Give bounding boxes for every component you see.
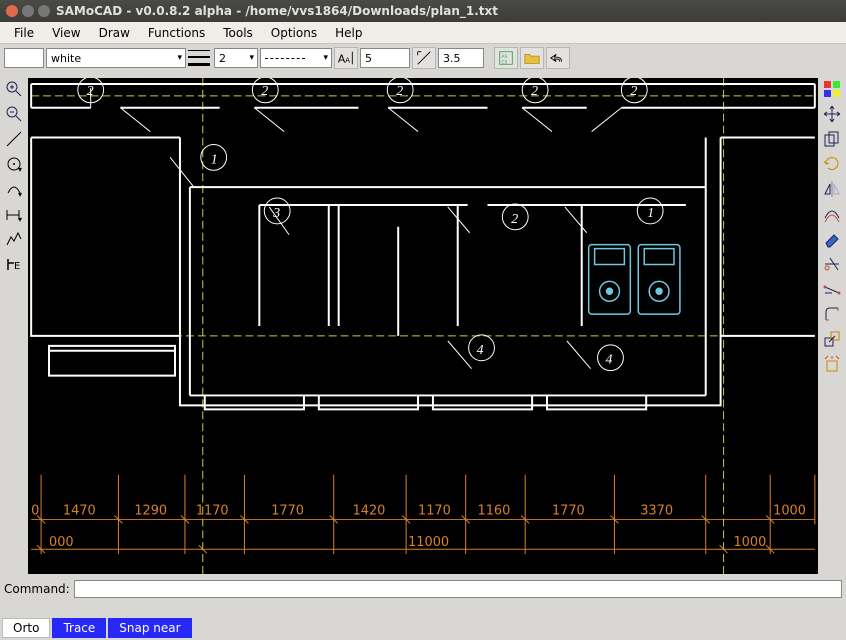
menu-options[interactable]: Options [263, 24, 325, 42]
lineweight-dropdown[interactable]: 2 [214, 48, 258, 68]
erase-tool[interactable] [820, 228, 844, 250]
text-tool[interactable]: E [2, 253, 26, 275]
close-window-button[interactable] [6, 5, 18, 17]
command-label: Command: [4, 582, 70, 596]
svg-text:2: 2 [261, 84, 268, 99]
menu-bar: File View Draw Functions Tools Options H… [0, 22, 846, 44]
right-toolbar [818, 72, 846, 574]
current-color-swatch[interactable] [4, 48, 44, 68]
svg-text:4: 4 [477, 343, 484, 358]
command-input[interactable] [74, 580, 842, 598]
left-toolbar: ▾ ▾ ▾ E [0, 72, 28, 574]
svg-text:CII: CII [502, 59, 508, 65]
svg-text:1420: 1420 [353, 503, 386, 518]
svg-text:1: 1 [211, 152, 218, 167]
arc-tool[interactable]: ▾ [2, 178, 26, 200]
main-area: ▾ ▾ ▾ E [0, 72, 846, 574]
scale-tool[interactable] [820, 328, 844, 350]
svg-text:E: E [14, 261, 20, 272]
open-button[interactable] [520, 47, 544, 69]
undo-button[interactable] [546, 47, 570, 69]
lineweight-value: 2 [219, 52, 226, 65]
circle-tool[interactable]: ▾ [2, 153, 26, 175]
canvas-container: 0 1470 1290 1170 1770 1420 1170 1160 177… [28, 72, 818, 574]
offset-tool[interactable] [820, 203, 844, 225]
dim-scale-icon[interactable] [412, 47, 436, 69]
svg-text:▾: ▾ [18, 215, 22, 224]
status-bar: Orto Trace Snap near [0, 616, 846, 640]
mirror-tool[interactable] [820, 178, 844, 200]
svg-text:1000: 1000 [733, 535, 766, 550]
copy-tool[interactable] [820, 128, 844, 150]
menu-view[interactable]: View [44, 24, 88, 42]
lineweight-sample [188, 48, 210, 68]
svg-text:1770: 1770 [271, 503, 304, 518]
menu-help[interactable]: Help [327, 24, 370, 42]
svg-text:11000: 11000 [408, 535, 449, 550]
svg-text:▾: ▾ [18, 190, 22, 199]
drawing-canvas[interactable]: 0 1470 1290 1170 1770 1420 1170 1160 177… [28, 78, 818, 574]
orto-toggle[interactable]: Orto [2, 618, 50, 638]
svg-text:AS: AS [502, 54, 508, 60]
move-tool[interactable] [820, 103, 844, 125]
properties-toolbar: white 2 AA ASCII [0, 44, 846, 72]
linetype-sample [265, 58, 305, 59]
svg-text:1290: 1290 [134, 503, 167, 518]
menu-tools[interactable]: Tools [215, 24, 261, 42]
color-dropdown[interactable]: white [46, 48, 186, 68]
svg-text:1170: 1170 [196, 503, 229, 518]
fillet-tool[interactable] [820, 303, 844, 325]
svg-text:2: 2 [396, 84, 403, 99]
trace-toggle[interactable]: Trace [52, 618, 106, 638]
save-button[interactable]: ASCII [494, 47, 518, 69]
linetype-dropdown[interactable] [260, 48, 332, 68]
drawing-svg: 0 1470 1290 1170 1770 1420 1170 1160 177… [28, 78, 818, 574]
snap-toggle[interactable]: Snap near [108, 618, 191, 638]
svg-text:1000: 1000 [773, 503, 806, 518]
menu-draw[interactable]: Draw [91, 24, 138, 42]
svg-text:4: 4 [606, 353, 613, 368]
svg-text:2: 2 [630, 84, 637, 99]
svg-text:A: A [345, 56, 350, 65]
svg-text:1170: 1170 [418, 503, 451, 518]
svg-text:1: 1 [647, 206, 654, 221]
extend-tool[interactable] [820, 278, 844, 300]
maximize-window-button[interactable] [38, 5, 50, 17]
dim-scale-input[interactable] [438, 48, 484, 68]
window-controls [6, 5, 50, 17]
svg-text:1770: 1770 [552, 503, 585, 518]
svg-text:000: 000 [49, 535, 74, 550]
svg-text:1160: 1160 [478, 503, 511, 518]
select-window-tool[interactable] [820, 78, 844, 100]
text-height-input[interactable] [360, 48, 410, 68]
svg-text:2: 2 [531, 84, 538, 99]
svg-text:0: 0 [31, 503, 39, 518]
zoom-out-tool[interactable] [2, 103, 26, 125]
zoom-in-tool[interactable] [2, 78, 26, 100]
line-tool[interactable] [2, 128, 26, 150]
svg-text:1470: 1470 [63, 503, 96, 518]
rotate-tool[interactable] [820, 153, 844, 175]
command-bar: Command: [0, 578, 846, 600]
menu-functions[interactable]: Functions [140, 24, 213, 42]
svg-text:2: 2 [87, 84, 94, 99]
trim-tool[interactable] [820, 253, 844, 275]
title-bar: SAMoCAD - v0.0.8.2 alpha - /home/vvs1864… [0, 0, 846, 22]
explode-tool[interactable] [820, 353, 844, 375]
svg-text:▾: ▾ [18, 165, 22, 174]
menu-file[interactable]: File [6, 24, 42, 42]
svg-text:2: 2 [511, 212, 518, 227]
svg-text:3: 3 [272, 206, 280, 221]
window-title: SAMoCAD - v0.0.8.2 alpha - /home/vvs1864… [56, 4, 498, 18]
color-value: white [51, 52, 81, 65]
minimize-window-button[interactable] [22, 5, 34, 17]
text-height-icon[interactable]: AA [334, 47, 358, 69]
svg-text:3370: 3370 [640, 503, 673, 518]
polyline-tool[interactable] [2, 228, 26, 250]
dimension-tool[interactable]: ▾ [2, 203, 26, 225]
